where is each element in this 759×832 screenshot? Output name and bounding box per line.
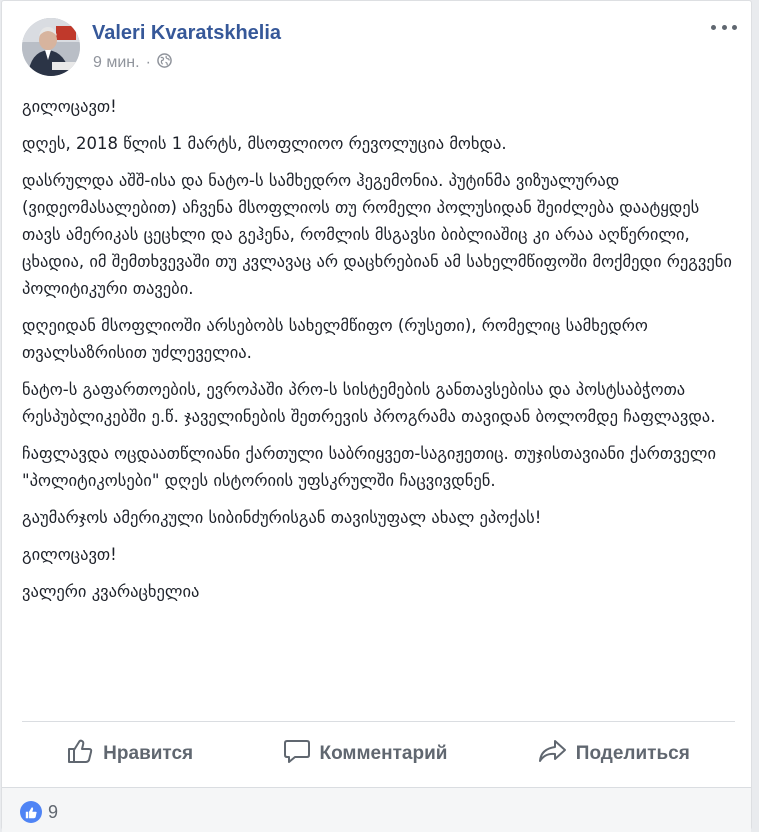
thumbs-up-icon — [20, 801, 42, 823]
more-options-icon[interactable] — [711, 20, 737, 34]
actions-divider — [22, 721, 735, 722]
post-timestamp[interactable]: 9 мин. — [93, 54, 140, 72]
comment-button[interactable]: Комментарий — [283, 738, 447, 770]
thumbs-up-icon — [67, 738, 95, 770]
author-name[interactable]: Valeri Kvaratskhelia — [92, 22, 281, 45]
comment-icon — [283, 738, 311, 770]
post-paragraph: გილოცავთ! — [22, 545, 117, 564]
post-paragraph: გილოცავთ! — [22, 97, 117, 116]
post-actions: Нравится Комментарий Поделиться — [22, 731, 735, 777]
share-label: Поделиться — [575, 743, 690, 764]
post-body: გილოცავთ! დღეს, 2018 წლის 1 მარტს, მსოფლ… — [22, 93, 734, 615]
comment-label: Комментарий — [319, 743, 448, 764]
reaction-count: 9 — [48, 801, 59, 822]
like-label: Нравится — [103, 743, 194, 764]
post-paragraph: ვალერი კვარაცხელია — [22, 582, 200, 601]
post-paragraph: ჩაფლავდა ოცდაათწლიანი ქართული საბრიყვეთ-… — [22, 444, 717, 490]
post-meta: 9 мин. · — [93, 53, 172, 73]
reactions-bar — [2, 787, 751, 832]
post-paragraph: ნატო-ს გაფართოების, ევროპაში პრო-ს სისტე… — [22, 380, 716, 426]
like-button[interactable]: Нравится — [67, 738, 193, 770]
post-paragraph: დღეიდან მსოფლიოში არსებობს სახელმწიფო (რ… — [22, 316, 648, 362]
reaction-summary[interactable]: 9 — [20, 801, 58, 823]
globe-icon[interactable] — [157, 53, 172, 73]
avatar[interactable] — [22, 18, 80, 76]
post-header: Valeri Kvaratskhelia 9 мин. · — [22, 18, 739, 78]
share-arrow-icon — [538, 738, 568, 770]
post-paragraph: დღეს, 2018 წლის 1 მარტს, მსოფლიოო რევოლუ… — [22, 134, 507, 153]
post-card: Valeri Kvaratskhelia 9 мин. · გილოცავთ! … — [1, 0, 752, 832]
avatar-photo — [22, 18, 80, 76]
share-button[interactable]: Поделиться — [538, 738, 690, 770]
post-paragraph: დასრულდა აშშ-ისა და ნატო-ს სამხედრო ჰეგე… — [22, 171, 732, 298]
meta-separator: · — [145, 54, 151, 71]
post-paragraph: გაუმარჯოს ამერიკული სიბინძურისგან თავისუ… — [22, 508, 542, 527]
